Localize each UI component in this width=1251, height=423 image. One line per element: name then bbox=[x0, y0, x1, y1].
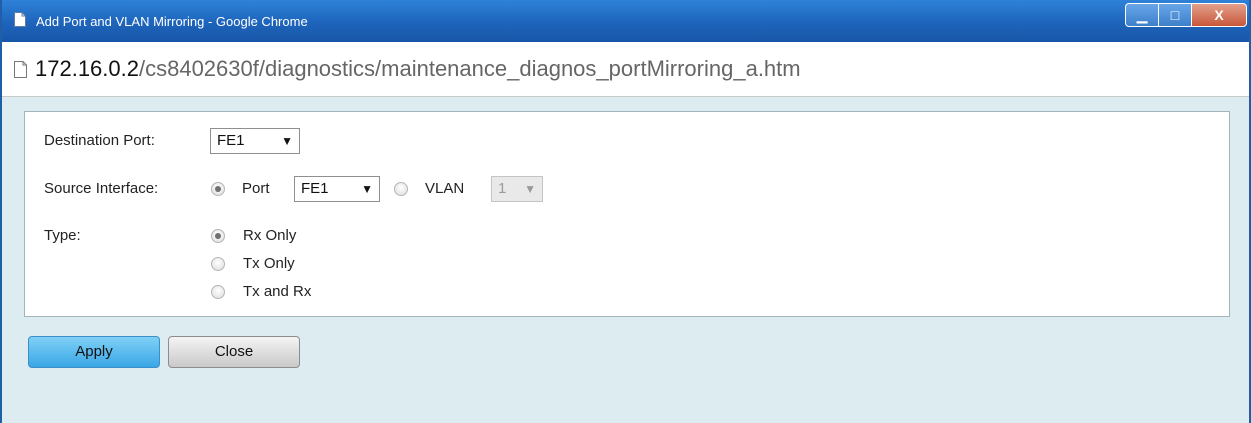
source-port-radio-label[interactable]: Port bbox=[242, 180, 270, 198]
destination-port-label: Destination Port: bbox=[44, 132, 155, 149]
type-tx-and-rx-label[interactable]: Tx and Rx bbox=[243, 283, 311, 301]
url-host: 172.16.0.2 bbox=[35, 56, 139, 81]
type-tx-only-label[interactable]: Tx Only bbox=[243, 255, 295, 273]
destination-port-value: FE1 bbox=[217, 132, 245, 149]
source-port-radio[interactable] bbox=[211, 182, 225, 196]
address-bar[interactable]: 172.16.0.2/cs8402630f/diagnostics/mainte… bbox=[2, 42, 1249, 97]
type-tx-and-rx-radio[interactable] bbox=[211, 285, 225, 299]
source-port-value: FE1 bbox=[301, 180, 329, 197]
title-bar[interactable]: Add Port and VLAN Mirroring - Google Chr… bbox=[2, 0, 1249, 42]
source-port-select[interactable]: FE1 ▼ bbox=[294, 176, 380, 202]
chevron-down-icon: ▼ bbox=[524, 182, 536, 196]
maximize-button[interactable]: □ bbox=[1158, 3, 1192, 27]
document-icon bbox=[14, 61, 27, 78]
mirroring-form: Destination Port: FE1 ▼ Source Interface… bbox=[24, 111, 1230, 317]
type-rx-only-label[interactable]: Rx Only bbox=[243, 227, 296, 245]
page-icon bbox=[14, 12, 26, 27]
browser-popup-window: Add Port and VLAN Mirroring - Google Chr… bbox=[0, 0, 1251, 423]
source-vlan-select: 1 ▼ bbox=[491, 176, 543, 202]
type-tx-only-radio[interactable] bbox=[211, 257, 225, 271]
source-interface-label: Source Interface: bbox=[44, 180, 159, 197]
dialog-content: Destination Port: FE1 ▼ Source Interface… bbox=[2, 97, 1249, 423]
destination-port-select[interactable]: FE1 ▼ bbox=[210, 128, 300, 154]
chevron-down-icon: ▼ bbox=[281, 134, 293, 148]
chevron-down-icon: ▼ bbox=[361, 182, 373, 196]
maximize-icon: □ bbox=[1170, 7, 1180, 23]
window-title: Add Port and VLAN Mirroring - Google Chr… bbox=[36, 14, 308, 29]
url-text[interactable]: 172.16.0.2/cs8402630f/diagnostics/mainte… bbox=[35, 56, 801, 82]
type-label: Type: bbox=[44, 227, 81, 244]
minimize-button[interactable]: ▁ bbox=[1125, 3, 1159, 27]
url-path: /cs8402630f/diagnostics/maintenance_diag… bbox=[138, 56, 801, 81]
window-controls: ▁ □ X bbox=[1125, 3, 1247, 27]
type-rx-only-radio[interactable] bbox=[211, 229, 225, 243]
apply-button[interactable]: Apply bbox=[28, 336, 160, 368]
source-vlan-radio-label[interactable]: VLAN bbox=[425, 180, 464, 198]
source-vlan-value: 1 bbox=[498, 180, 507, 197]
close-icon: X bbox=[1214, 7, 1224, 23]
minimize-icon: ▁ bbox=[1136, 6, 1148, 23]
close-window-button[interactable]: X bbox=[1191, 3, 1247, 27]
close-button[interactable]: Close bbox=[168, 336, 300, 368]
source-vlan-radio[interactable] bbox=[394, 182, 408, 196]
